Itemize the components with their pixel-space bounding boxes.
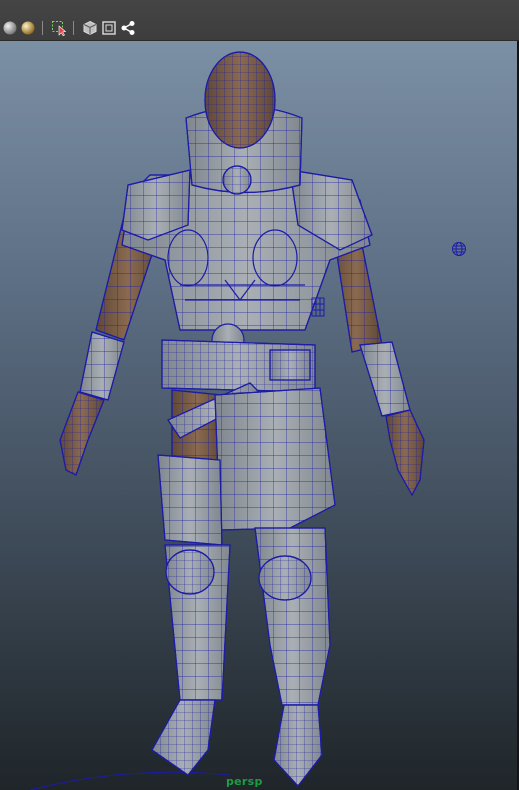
node-graph-icon[interactable] (120, 20, 136, 36)
locator-sphere-icon[interactable] (451, 241, 467, 257)
right-boot (273, 704, 323, 787)
perspective-viewport[interactable]: persp (0, 41, 519, 790)
maya-viewport-window: persp (0, 0, 519, 790)
tabard (214, 387, 336, 531)
left-boot (151, 699, 216, 776)
cube-icon[interactable] (82, 20, 98, 36)
left-hand (59, 391, 105, 476)
belt (161, 339, 316, 393)
character-mesh[interactable] (0, 41, 519, 790)
right-hand (385, 409, 425, 497)
head (204, 51, 276, 149)
left-shin (164, 544, 231, 701)
lighting-sphere-icon[interactable] (20, 20, 36, 36)
smooth-shade-sphere-icon[interactable] (2, 20, 18, 36)
toolbar-separator (42, 21, 43, 35)
viewport-toolbar (0, 0, 519, 41)
select-tool-icon[interactable] (51, 20, 67, 37)
toolbar-separator (73, 21, 74, 35)
left-tasset (157, 454, 223, 546)
right-shin (254, 527, 331, 706)
lattice-icon[interactable] (311, 297, 327, 319)
camera-label: persp (226, 775, 263, 788)
left-bracer (79, 331, 125, 401)
frame-icon[interactable] (101, 20, 117, 36)
right-bracer (359, 341, 411, 417)
